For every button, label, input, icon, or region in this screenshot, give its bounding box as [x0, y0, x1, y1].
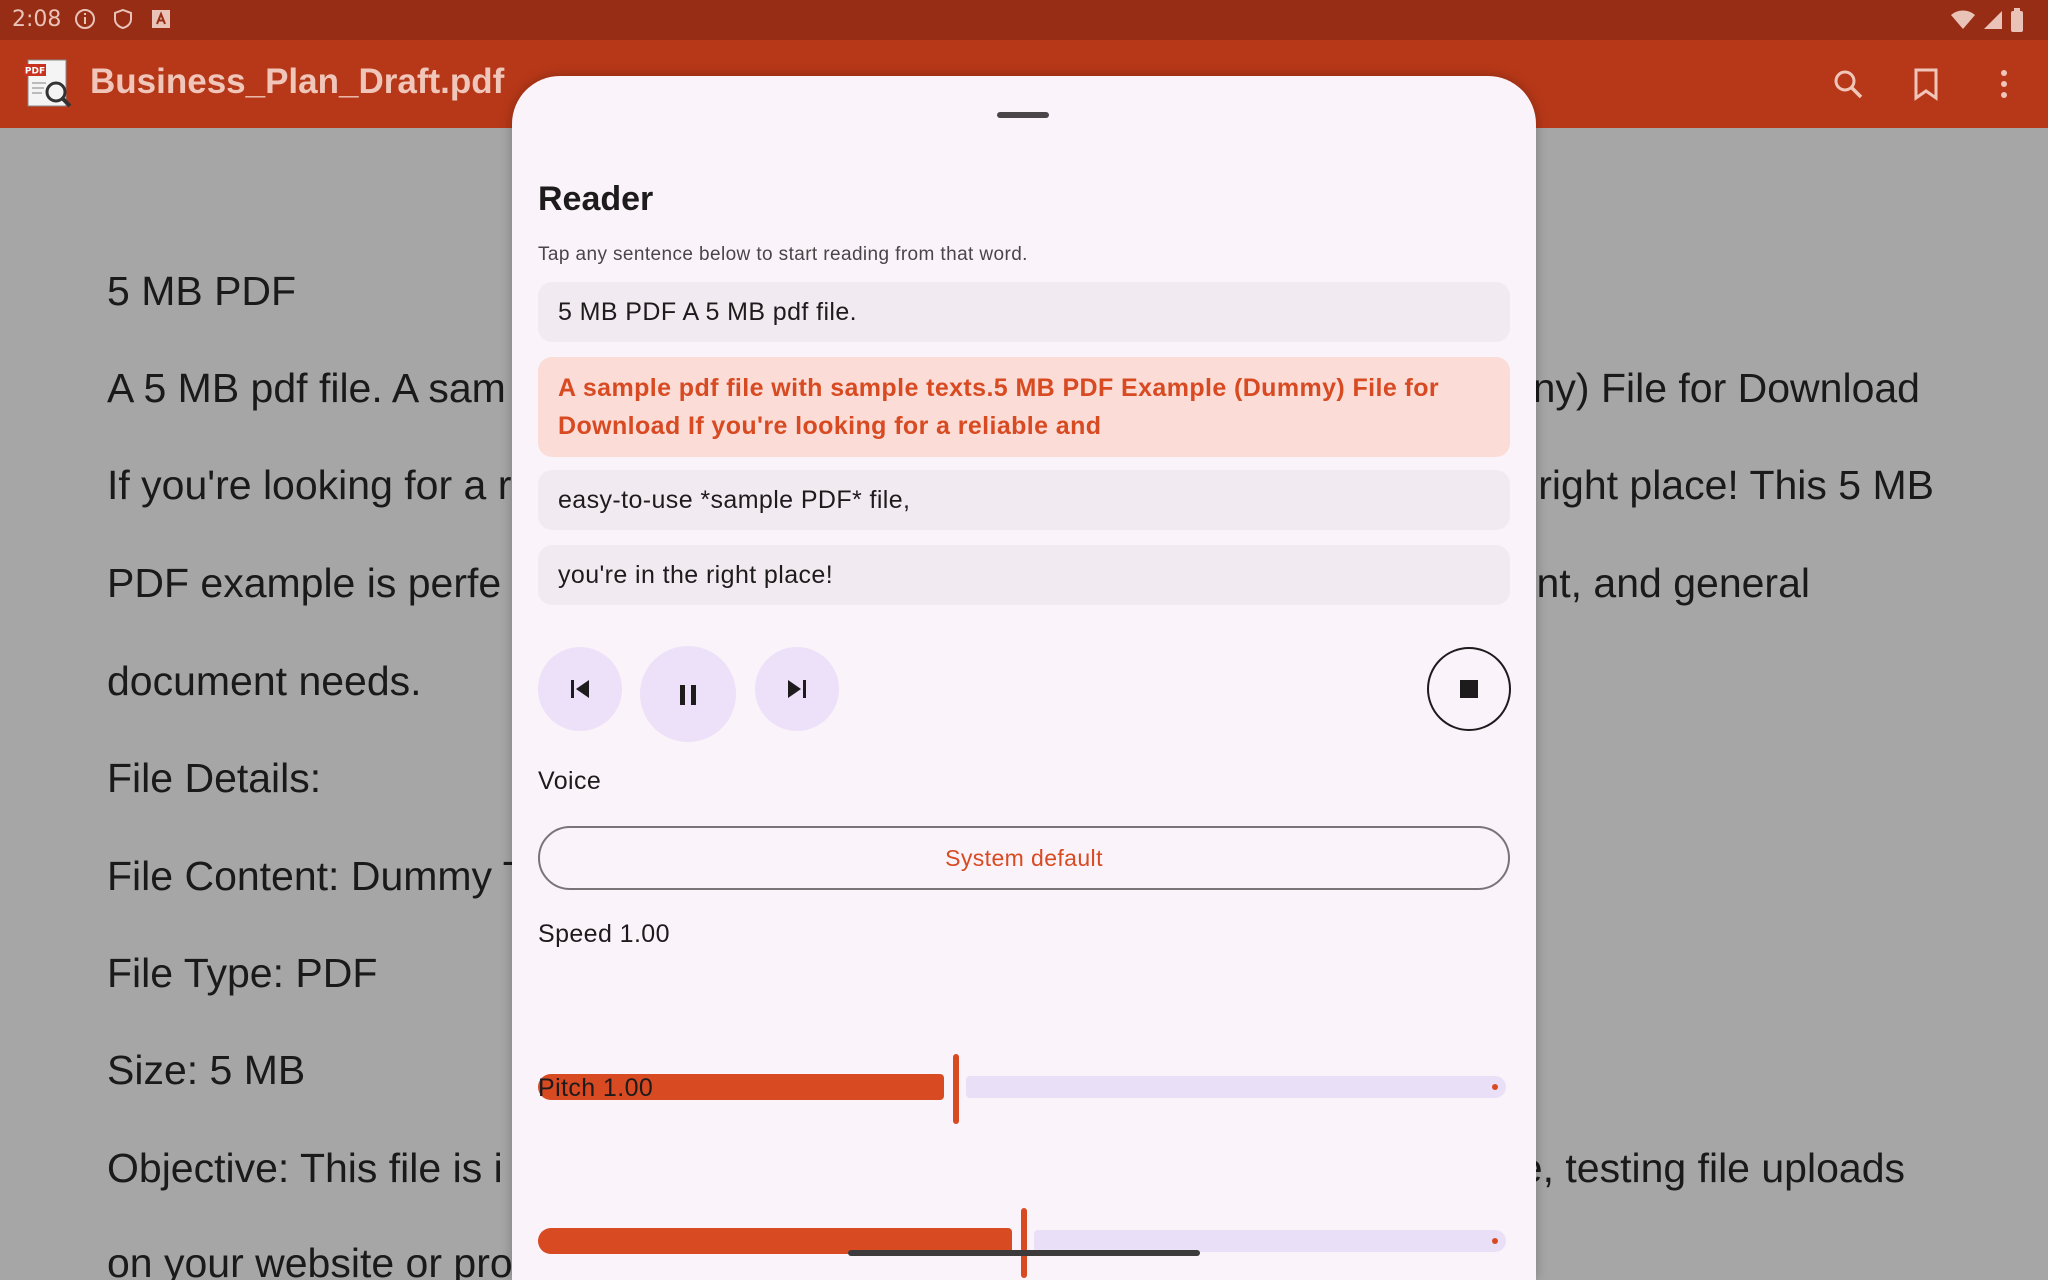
doc-line: File Details: [107, 755, 322, 801]
pdf-file-icon: PDF [24, 59, 72, 108]
status-bar: 2:08 [0, 0, 2048, 40]
signal-icon [1984, 11, 2002, 29]
status-icons [1950, 8, 2024, 32]
doc-line: File Content: Dummy T [107, 853, 528, 899]
pdf-logo-text: PDF [25, 67, 45, 77]
pitch-slider-thumb[interactable] [1021, 1208, 1027, 1278]
sentence-item[interactable]: easy-to-use *sample PDF* file, [538, 470, 1510, 530]
sentence-item[interactable]: 5 MB PDF A 5 MB pdf file. [538, 282, 1510, 342]
battery-icon [2011, 8, 2023, 32]
pitch-label: Pitch 1.00 [538, 1074, 654, 1102]
sentence-item[interactable]: you're in the right place! [538, 545, 1510, 605]
doc-line: nt, and general [1536, 560, 1810, 606]
more-options-icon[interactable] [1982, 62, 2026, 106]
home-indicator[interactable] [848, 1250, 1200, 1256]
doc-line: e, testing file uploads [1519, 1145, 1905, 1191]
search-icon[interactable] [1826, 62, 1870, 106]
doc-heading: 5 MB PDF [107, 268, 297, 314]
pitch-slider-inactive-track [1034, 1230, 1506, 1252]
doc-line: ny) File for Download [1532, 365, 1920, 411]
doc-line: document needs. [107, 658, 422, 704]
doc-line: right place! This 5 MB [1538, 462, 1934, 508]
font-icon [152, 10, 170, 28]
doc-line: Objective: This file is i [107, 1145, 503, 1191]
doc-line: If you're looking for a r [107, 462, 512, 508]
pitch-slider-end-dot [1492, 1238, 1498, 1244]
app-title: Business_Plan_Draft.pdf [90, 62, 505, 101]
status-time: 2:08 [12, 7, 62, 32]
drag-handle[interactable] [997, 112, 1049, 118]
speed-label: Speed 1.00 [538, 920, 670, 948]
info-icon [75, 9, 95, 29]
shield-icon [114, 8, 132, 30]
bookmark-icon[interactable] [1904, 62, 1948, 106]
speed-slider[interactable] [538, 1054, 1510, 1124]
stop-button[interactable] [1427, 647, 1511, 731]
skip-previous-icon [571, 680, 589, 698]
pause-button[interactable] [640, 646, 736, 742]
speed-slider-end-dot [1492, 1084, 1498, 1090]
previous-button[interactable] [538, 647, 622, 731]
voice-select-button[interactable]: System default [538, 826, 1510, 890]
wifi-icon [1951, 10, 1975, 29]
reader-hint: Tap any sentence below to start reading … [538, 244, 1028, 265]
skip-next-icon [788, 680, 806, 698]
speed-slider-thumb[interactable] [953, 1054, 959, 1124]
voice-label: Voice [538, 767, 602, 795]
pause-icon [680, 685, 696, 705]
doc-line: PDF example is perfe [107, 560, 502, 606]
sentence-item-active[interactable]: A sample pdf file with sample texts.5 MB… [538, 357, 1510, 457]
stop-icon [1460, 680, 1478, 698]
speed-slider-inactive-track [966, 1076, 1506, 1098]
doc-line: on your website or pro [107, 1240, 513, 1280]
reader-bottom-sheet: Reader Tap any sentence below to start r… [512, 76, 1536, 1280]
doc-line: A 5 MB pdf file. A sam [107, 365, 506, 411]
next-button[interactable] [755, 647, 839, 731]
doc-line: Size: 5 MB [107, 1047, 306, 1093]
reader-title: Reader [538, 180, 654, 218]
doc-line: File Type: PDF [107, 950, 378, 996]
